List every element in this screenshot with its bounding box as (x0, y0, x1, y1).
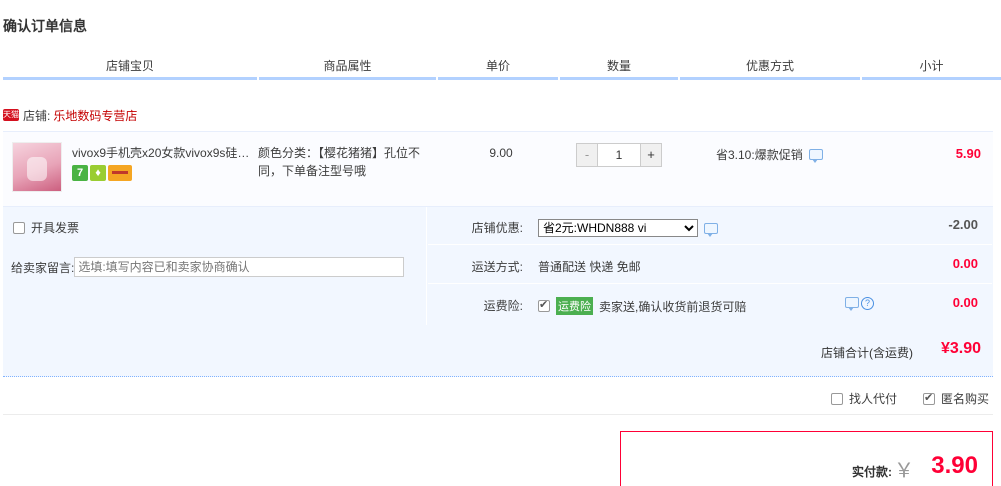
column-header-item: 店铺宝贝 (3, 56, 257, 80)
column-header-subtotal: 小计 (862, 56, 1001, 80)
shop-discount-row: 店铺优惠: 省2元:WHDN888 vi -2.00 (428, 207, 992, 245)
quantity-input[interactable] (598, 143, 640, 167)
quantity-stepper: - + (576, 143, 662, 167)
item-thumbnail[interactable] (12, 142, 62, 192)
insurance-text: 卖家送,确认收货前退货可赔 (599, 299, 747, 314)
seven-day-return-icon[interactable]: 7 (72, 165, 88, 181)
shipping-amount: 0.00 (952, 256, 978, 271)
order-options: 找人代付 匿名购买 (830, 390, 989, 407)
insurance-value: 运费险 卖家送,确认收货前退货可赔 (538, 297, 746, 315)
page-title: 确认订单信息 (3, 18, 87, 34)
column-header-price: 单价 (438, 56, 558, 80)
order-extras-left: 开具发票 给卖家留言: (3, 207, 427, 325)
column-header-quantity: 数量 (560, 56, 678, 80)
payment-summary: 实付款: ￥ 3.90 (620, 431, 993, 486)
insurance-badge: 运费险 (556, 297, 593, 315)
credit-card-icon[interactable] (108, 165, 132, 181)
shipping-label: 运送方式: (471, 260, 523, 274)
shop-discount-info-icon[interactable] (704, 222, 718, 237)
seller-message: 给卖家留言: (11, 257, 405, 277)
seller-message-label: 给卖家留言: (11, 260, 75, 275)
shop-info: 天猫 店铺: 乐地数码专营店 (3, 106, 137, 124)
insurance-label: 运费险: (483, 299, 523, 313)
payment-label: 实付款: (852, 465, 892, 479)
item-unit-price: 9.00 (489, 146, 513, 160)
shop-name-link[interactable]: 乐地数码专营店 (53, 107, 137, 124)
guarantee-icon[interactable]: ♦ (90, 165, 106, 181)
seller-message-input[interactable] (74, 257, 405, 277)
insurance-amount: 0.00 (952, 295, 978, 310)
column-header-promotion: 优惠方式 (680, 56, 860, 80)
payment-currency: ￥ (894, 460, 914, 482)
shop-discount-value: 省2元:WHDN888 vi (538, 219, 718, 237)
divider (3, 414, 993, 415)
column-header-attribute: 商品属性 (259, 56, 436, 80)
item-promotion: 省3.10:爆款促销 (716, 146, 823, 163)
proxy-pay-checkbox[interactable] (830, 392, 843, 405)
quantity-increase-button[interactable]: + (640, 143, 662, 167)
payment-amount: 3.90 (931, 452, 978, 479)
item-service-badges: 7 ♦ (72, 165, 132, 181)
shop-total-row: 店铺合计(含运费) ¥3.90 (3, 325, 993, 377)
shop-discount-label: 店铺优惠: (471, 221, 523, 235)
invoice-checkbox[interactable] (13, 221, 25, 234)
insurance-row: 运费险: 运费险 卖家送,确认收货前退货可赔 ? 0.00 (428, 285, 992, 323)
item-name-link[interactable]: vivox9手机壳x20女款vivox9s硅胶软壳 (72, 144, 252, 161)
proxy-pay-label: 找人代付 (848, 392, 897, 406)
anonymous-purchase-option[interactable]: 匿名购买 (922, 390, 989, 407)
shop-discount-amount: -2.00 (948, 217, 978, 232)
shop-label: 店铺: (23, 108, 51, 123)
insurance-icons: ? (845, 297, 874, 311)
quantity-decrease-button[interactable]: - (576, 143, 598, 167)
help-icon[interactable]: ? (861, 297, 874, 310)
shop-total-amount: ¥3.90 (940, 340, 981, 357)
item-attribute: 颜色分类：【樱花猪猪】孔位不同，下单备注型号哦 (258, 146, 421, 178)
promotion-info-icon[interactable] (808, 149, 823, 163)
proxy-pay-option[interactable]: 找人代付 (830, 390, 897, 407)
tmall-icon: 天猫 (3, 109, 19, 121)
shipping-row: 运送方式: 普通配送 快递 免邮 0.00 (428, 246, 992, 284)
item-subtotal: 5.90 (955, 146, 981, 161)
anonymous-purchase-checkbox[interactable] (922, 391, 935, 405)
shop-discount-select[interactable]: 省2元:WHDN888 vi (538, 219, 698, 237)
order-extras: 开具发票 给卖家留言: 店铺优惠: 省2元:WHDN888 vi -2.00 运… (3, 207, 993, 325)
promotion-text: 省3.10:爆款促销 (716, 148, 803, 162)
insurance-info-icon[interactable] (845, 297, 859, 311)
table-header: 店铺宝贝 商品属性 单价 数量 优惠方式 小计 (0, 56, 1001, 80)
invoice-option[interactable]: 开具发票 (13, 219, 79, 236)
shipping-value: 普通配送 快递 免邮 (538, 260, 641, 274)
shop-total-label: 店铺合计(含运费) (821, 346, 913, 360)
anonymous-purchase-label: 匿名购买 (940, 392, 989, 406)
invoice-label: 开具发票 (31, 221, 80, 235)
order-item-row: vivox9手机壳x20女款vivox9s硅胶软壳 7 ♦ 颜色分类：【樱花猪猪… (3, 131, 993, 207)
insurance-checkbox (538, 298, 550, 312)
